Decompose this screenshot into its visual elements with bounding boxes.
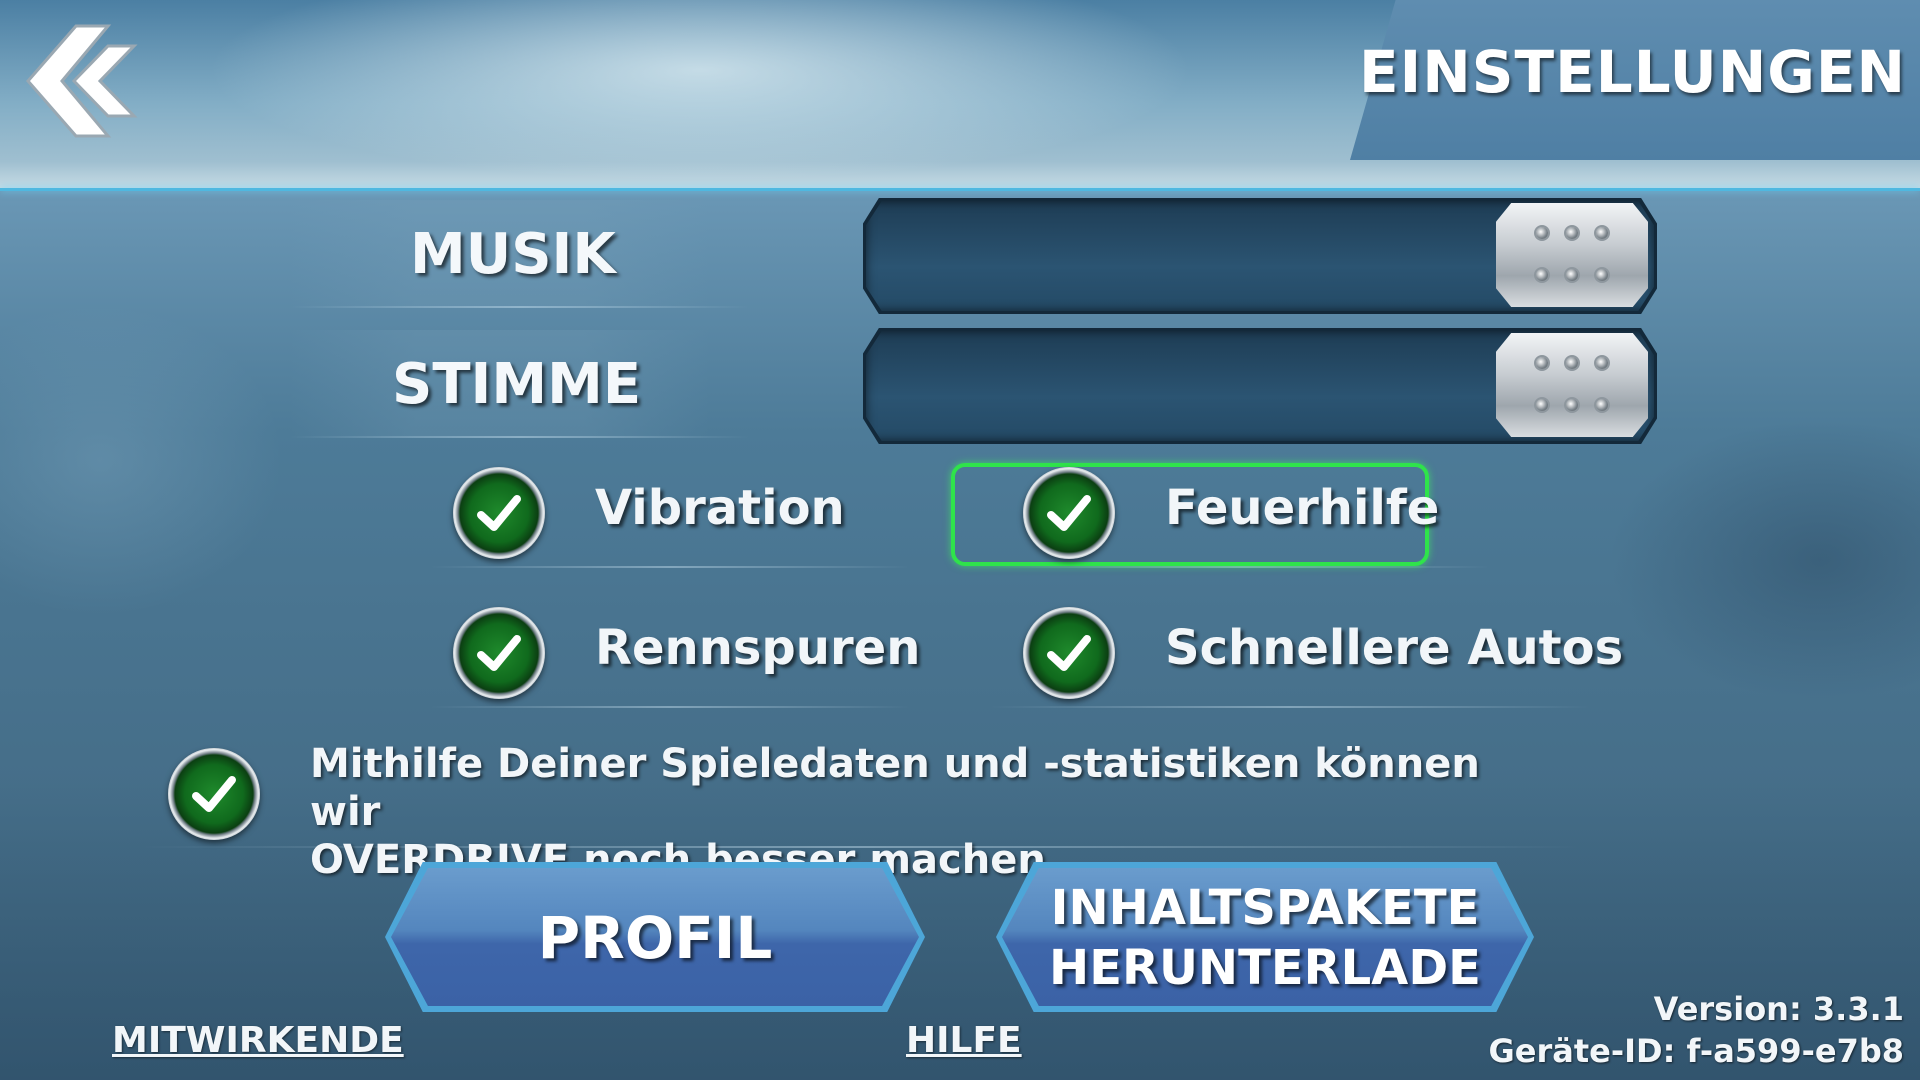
stimme-label: STIMME — [392, 352, 642, 417]
rennspuren-checkbox[interactable] — [453, 607, 545, 699]
vibration-label: Vibration — [595, 480, 845, 536]
back-button[interactable] — [24, 22, 140, 140]
musik-label: MUSIK — [410, 222, 616, 287]
page-title: EINSTELLUNGEN — [1359, 38, 1906, 106]
checkmark-icon — [477, 635, 521, 671]
checkmark-icon — [477, 495, 521, 531]
row-divider — [430, 706, 910, 708]
double-chevron-left-icon — [26, 24, 138, 138]
row-divider — [430, 566, 910, 568]
row-divider — [990, 566, 1490, 568]
row-divider — [290, 306, 750, 308]
header-divider — [0, 188, 1920, 191]
download-content-line-2: HERUNTERLADE — [1049, 940, 1481, 996]
row-divider — [990, 706, 1590, 708]
profile-button[interactable]: PROFIL — [385, 862, 925, 1012]
consent-checkbox[interactable] — [168, 748, 260, 840]
download-content-line-1: INHALTSPAKETE — [1050, 880, 1480, 936]
rennspuren-label: Rennspuren — [595, 620, 921, 676]
download-content-button[interactable]: INHALTSPAKETE HERUNTERLADE — [996, 862, 1534, 1012]
version-text: Version: 3.3.1 — [1653, 990, 1904, 1028]
checkmark-icon — [1047, 635, 1091, 671]
credits-link[interactable]: MITWIRKENDE — [112, 1020, 404, 1061]
checkmark-icon — [1047, 495, 1091, 531]
download-content-button-label: INHALTSPAKETE HERUNTERLADE — [996, 878, 1534, 998]
schnellere-autos-label: Schnellere Autos — [1165, 620, 1624, 676]
feuerhilfe-label: Feuerhilfe — [1165, 480, 1440, 536]
help-link[interactable]: HILFE — [906, 1020, 1022, 1061]
checkmark-icon — [192, 776, 236, 812]
consent-line-1: Mithilfe Deiner Spieledaten und -statist… — [310, 741, 1480, 835]
musik-slider-knob[interactable] — [1496, 203, 1648, 307]
schnellere-autos-checkbox[interactable] — [1023, 607, 1115, 699]
device-id-text: Geräte-ID: f-a599-e7b8 — [1488, 1032, 1904, 1070]
vibration-checkbox[interactable] — [453, 467, 545, 559]
stimme-slider-knob[interactable] — [1496, 333, 1648, 437]
profile-button-label: PROFIL — [537, 904, 773, 972]
feuerhilfe-checkbox[interactable] — [1023, 467, 1115, 559]
row-divider — [290, 436, 750, 438]
